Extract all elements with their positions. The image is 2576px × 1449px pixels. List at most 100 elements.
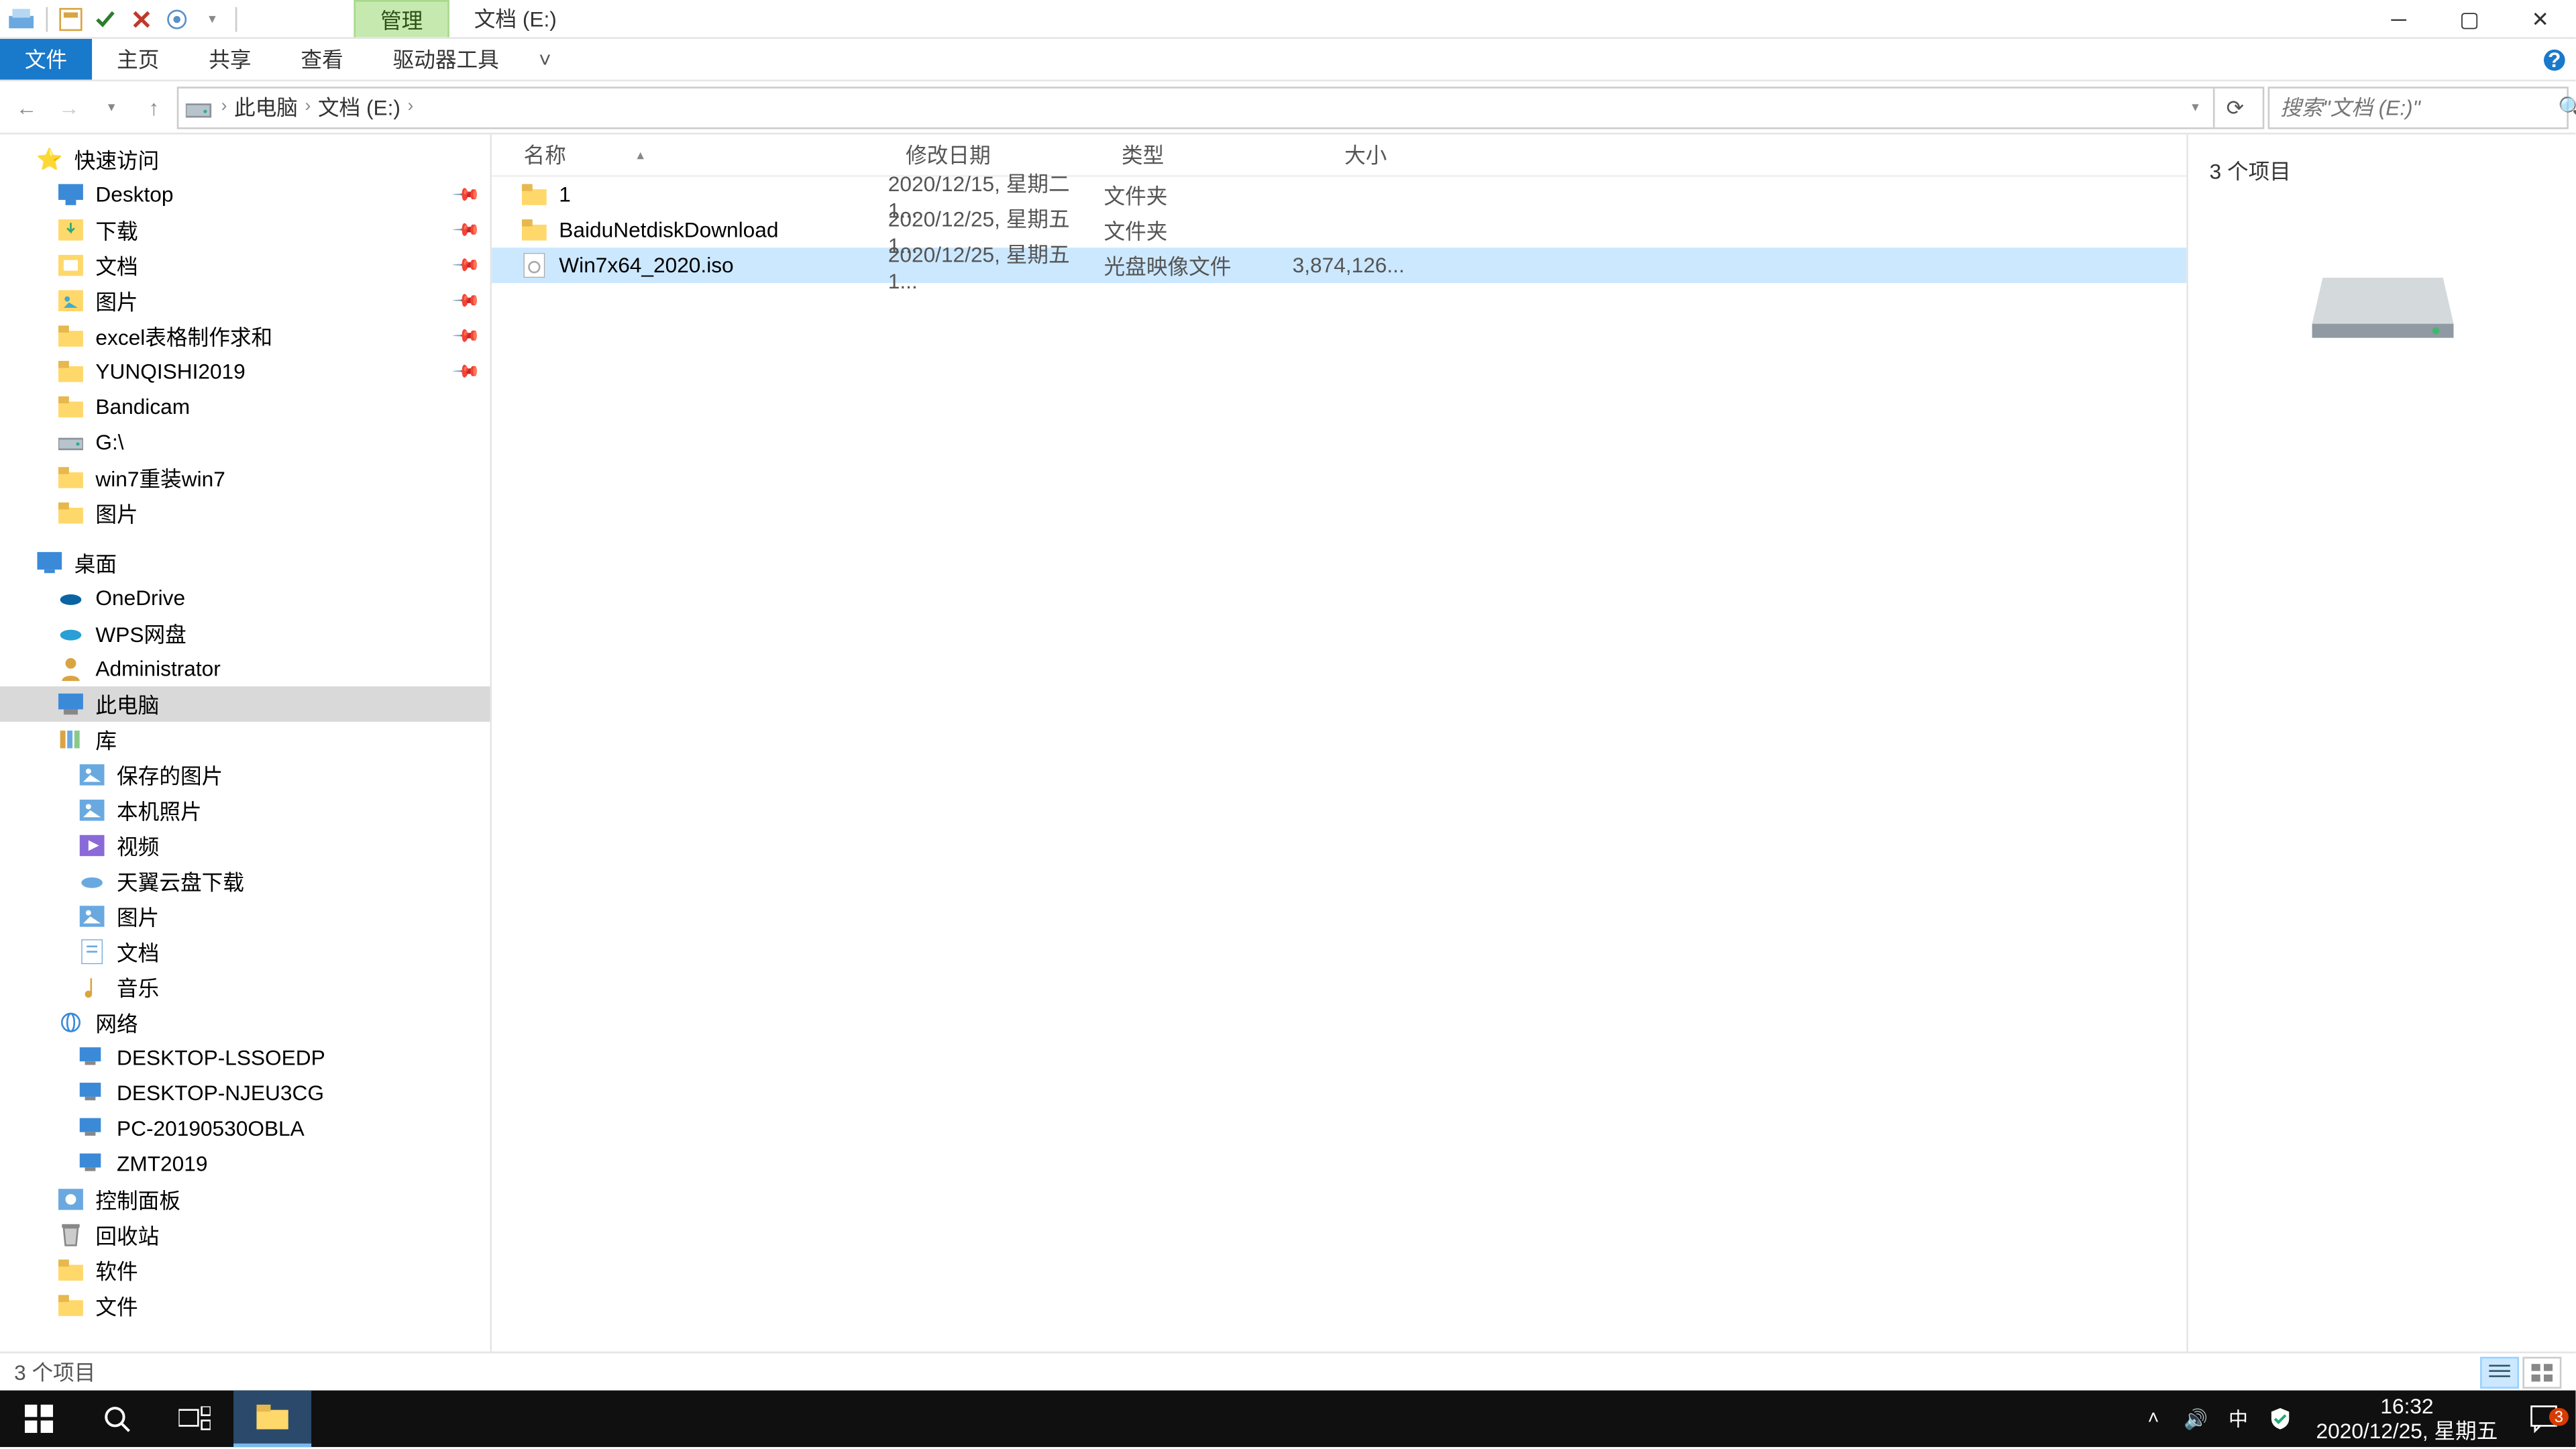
file-row[interactable]: Win7x64_2020.iso2020/12/25, 星期五 1...光盘映像…	[492, 248, 2186, 283]
tree-item[interactable]: Bandicam	[0, 389, 490, 425]
tree-item[interactable]: ZMT2019	[0, 1146, 490, 1182]
tree-item[interactable]: 此电脑	[0, 686, 490, 722]
tree-item[interactable]: 本机照片	[0, 792, 490, 828]
tree-item[interactable]: excel表格制作求和📌	[0, 319, 490, 354]
close-button[interactable]: ✕	[2505, 0, 2575, 38]
security-icon[interactable]	[2259, 1406, 2302, 1431]
contextual-tab-manage[interactable]: 管理	[354, 0, 449, 37]
view-large-button[interactable]	[2522, 1356, 2561, 1387]
nav-history-dropdown[interactable]: ▾	[92, 88, 131, 127]
music-icon	[78, 973, 106, 1001]
ribbon-tab-drivetools[interactable]: 驱动器工具	[368, 39, 524, 80]
ribbon-tab-home[interactable]: 主页	[92, 39, 184, 80]
ribbon-tab-view[interactable]: 查看	[276, 39, 368, 80]
start-button[interactable]	[0, 1391, 78, 1447]
chevron-right-icon[interactable]: ›	[407, 97, 413, 117]
help-icon[interactable]: ?	[2533, 39, 2575, 80]
tree-item[interactable]: DESKTOP-LSSOEDP	[0, 1040, 490, 1076]
view-details-button[interactable]	[2480, 1356, 2519, 1387]
tree-label: Desktop	[95, 182, 453, 207]
navigation-pane[interactable]: ⭐ 快速访问 Desktop📌下载📌文档📌图片📌excel表格制作求和📌YUNQ…	[0, 134, 492, 1351]
tree-item[interactable]: DESKTOP-NJEU3CG	[0, 1075, 490, 1111]
qat-delete-icon[interactable]	[125, 3, 157, 34]
task-view-button[interactable]	[156, 1391, 233, 1447]
refresh-icon[interactable]: ⟳	[2213, 88, 2255, 127]
tree-item[interactable]: 天翼云盘下载	[0, 863, 490, 899]
file-name: Win7x64_2020.iso	[559, 253, 888, 278]
tree-item[interactable]: OneDrive	[0, 580, 490, 616]
breadcrumb[interactable]: 文档 (E:)	[318, 92, 400, 122]
search-icon[interactable]: 🔍	[2558, 95, 2576, 119]
qat-settings-icon[interactable]	[161, 3, 193, 34]
tree-item[interactable]: 库	[0, 722, 490, 757]
tree-item[interactable]: 图片	[0, 899, 490, 934]
address-bar[interactable]: › 此电脑 › 文档 (E:) › ▾ ⟳	[177, 86, 2265, 128]
qat-properties-icon[interactable]	[55, 3, 87, 34]
qat-check-icon[interactable]	[90, 3, 121, 34]
file-name: BaiduNetdiskDownload	[559, 217, 888, 242]
tree-item[interactable]: 软件	[0, 1252, 490, 1288]
ime-icon[interactable]: 中	[2217, 1405, 2259, 1433]
tree-item[interactable]: 文档	[0, 934, 490, 969]
file-row[interactable]: BaiduNetdiskDownload2020/12/25, 星期五 1...…	[492, 212, 2186, 248]
tree-item[interactable]: 图片📌	[0, 283, 490, 319]
file-rows[interactable]: 12020/12/15, 星期二 1...文件夹BaiduNetdiskDown…	[492, 177, 2186, 1352]
chevron-right-icon[interactable]: ›	[221, 97, 227, 117]
taskbar-search-button[interactable]	[78, 1391, 156, 1447]
ribbon-tab-share[interactable]: 共享	[184, 39, 276, 80]
nav-up-button[interactable]: ↑	[134, 88, 173, 127]
app-icon[interactable]	[7, 3, 39, 34]
tree-item[interactable]: WPS网盘	[0, 616, 490, 651]
file-row[interactable]: 12020/12/15, 星期二 1...文件夹	[492, 177, 2186, 213]
tree-item[interactable]: 文件	[0, 1288, 490, 1324]
taskbar-explorer-button[interactable]	[233, 1391, 311, 1447]
tree-item[interactable]: 保存的图片	[0, 757, 490, 793]
tree-item[interactable]: PC-20190530OBLA	[0, 1111, 490, 1146]
taskbar: ˄ 🔊 中 16:32 2020/12/25, 星期五 3	[0, 1391, 2575, 1447]
tree-item[interactable]: 音乐	[0, 969, 490, 1005]
nav-forward-button[interactable]: →	[50, 88, 89, 127]
tray-overflow-icon[interactable]: ˄	[2132, 1408, 2174, 1430]
tree-item[interactable]: 文档📌	[0, 248, 490, 283]
taskbar-clock[interactable]: 16:32 2020/12/25, 星期五	[2302, 1393, 2512, 1444]
ribbon-tab-file[interactable]: 文件	[0, 39, 92, 80]
folder-icon	[520, 180, 548, 209]
nav-back-button[interactable]: ←	[7, 88, 46, 127]
column-size[interactable]: 大小	[1281, 140, 1405, 170]
tree-item[interactable]: 控制面板	[0, 1182, 490, 1218]
pin-icon: 📌	[450, 180, 480, 209]
tree-item[interactable]: Administrator	[0, 651, 490, 686]
tree-label: Bandicam	[95, 394, 479, 419]
notification-button[interactable]: 3	[2512, 1405, 2576, 1433]
tree-item[interactable]: YUNQISHI2019📌	[0, 354, 490, 389]
column-name[interactable]: 名称▴	[492, 140, 888, 170]
svg-text:?: ?	[2548, 47, 2561, 71]
breadcrumb[interactable]: 此电脑	[234, 92, 298, 122]
qat-dropdown-icon[interactable]: ▾	[197, 3, 228, 34]
drive-icon	[56, 428, 85, 456]
tree-item[interactable]: G:\	[0, 425, 490, 460]
pcnet-icon	[78, 1079, 106, 1108]
search-input[interactable]	[2280, 95, 2558, 119]
address-dropdown-icon[interactable]: ▾	[2185, 99, 2206, 115]
tree-item[interactable]: 回收站	[0, 1217, 490, 1252]
tree-item[interactable]: 视频	[0, 828, 490, 863]
tree-desktop[interactable]: 桌面	[0, 545, 490, 580]
tree-item[interactable]: Desktop📌	[0, 177, 490, 213]
tree-item[interactable]: win7重装win7	[0, 460, 490, 496]
chevron-right-icon[interactable]: ›	[305, 97, 311, 117]
column-date[interactable]: 修改日期	[888, 140, 1104, 170]
volume-icon[interactable]: 🔊	[2175, 1407, 2217, 1430]
column-type[interactable]: 类型	[1104, 140, 1281, 170]
tree-quick-access[interactable]: ⭐ 快速访问	[0, 142, 490, 177]
maximize-button[interactable]: ▢	[2434, 0, 2505, 38]
ribbon-collapse-icon[interactable]: ˅	[524, 39, 566, 80]
minimize-button[interactable]: ─	[2363, 0, 2434, 38]
tree-item[interactable]: 下载📌	[0, 212, 490, 248]
search-box[interactable]: 🔍	[2268, 86, 2569, 128]
tree-label: 保存的图片	[117, 760, 480, 790]
file-type: 文件夹	[1104, 215, 1281, 245]
tree-item[interactable]: 网络	[0, 1005, 490, 1040]
pin-icon: 📌	[450, 321, 480, 351]
tree-item[interactable]: 图片	[0, 495, 490, 531]
